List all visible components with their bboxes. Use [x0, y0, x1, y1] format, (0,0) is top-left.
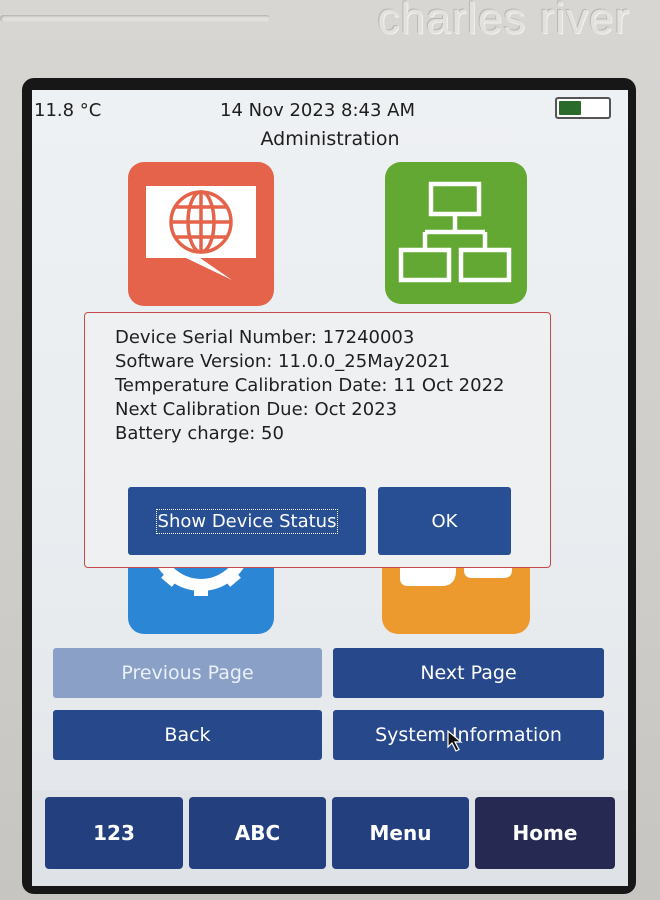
back-button[interactable]: Back [53, 710, 322, 760]
globe-chat-icon [146, 186, 256, 280]
battery-level-fill [559, 101, 581, 115]
menu-button[interactable]: Menu [332, 797, 469, 869]
device-info-dialog: Device Serial Number: 17240003 Software … [84, 312, 551, 568]
network-settings-tile[interactable] [385, 162, 527, 304]
web-settings-tile[interactable] [128, 162, 274, 306]
next-calibration-line: Next Calibration Due: Oct 2023 [115, 399, 398, 420]
brand-logo: charles river [377, 0, 630, 43]
serial-number-line: Device Serial Number: 17240003 [115, 327, 415, 348]
show-device-status-button[interactable]: Show Device Status [128, 487, 366, 555]
casing-groove [0, 15, 270, 22]
show-device-status-label: Show Device Status [155, 508, 339, 534]
calibration-date-line: Temperature Calibration Date: 11 Oct 202… [115, 375, 505, 396]
device-info-list: Device Serial Number: 17240003 Software … [115, 326, 505, 446]
page-title[interactable]: Administration [32, 128, 628, 150]
battery-charge-line: Battery charge: 50 [115, 423, 284, 444]
previous-page-button[interactable]: Previous Page [53, 648, 322, 698]
home-button[interactable]: Home [475, 797, 615, 869]
datetime-readout: 14 Nov 2023 8:43 AM [220, 100, 415, 121]
temperature-readout: 11.8 °C [34, 100, 102, 121]
numeric-keypad-button[interactable]: 123 [45, 797, 183, 869]
system-information-button[interactable]: System Information [333, 710, 604, 760]
battery-icon [555, 97, 611, 119]
software-version-line: Software Version: 11.0.0_25May2021 [115, 351, 451, 372]
network-icon [398, 181, 512, 283]
ok-button[interactable]: OK [378, 487, 511, 555]
device-screen: 11.8 °C 14 Nov 2023 8:43 AM Administrati… [32, 90, 628, 886]
alpha-keypad-button[interactable]: ABC [189, 797, 326, 869]
mouse-pointer-icon [447, 730, 463, 752]
next-page-button[interactable]: Next Page [333, 648, 604, 698]
